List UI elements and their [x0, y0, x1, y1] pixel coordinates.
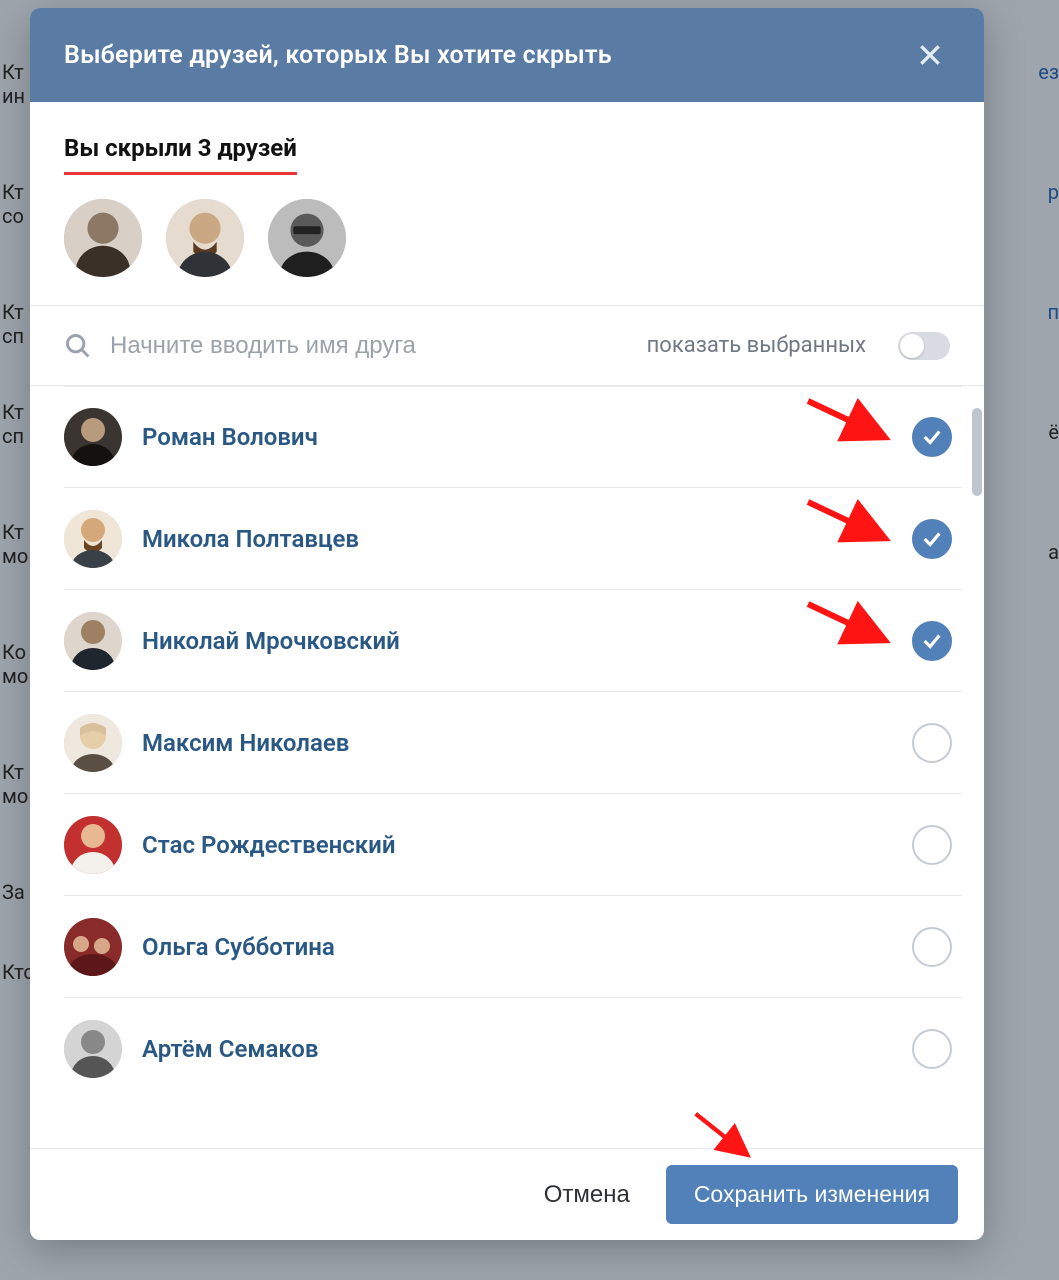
check-icon: [921, 528, 943, 550]
modal-footer: Отмена Сохранить изменения: [30, 1148, 984, 1240]
avatar: [64, 408, 122, 466]
hide-friends-modal: Выберите друзей, которых Вы хотите скрыт…: [30, 8, 984, 1240]
friend-name: Ольга Субботина: [142, 933, 892, 961]
avatar[interactable]: [64, 199, 142, 277]
avatar: [64, 714, 122, 772]
friend-checkbox[interactable]: [912, 519, 952, 559]
modal-header: Выберите друзей, которых Вы хотите скрыт…: [30, 8, 984, 102]
avatar: [64, 918, 122, 976]
friend-checkbox[interactable]: [912, 825, 952, 865]
search-icon: [64, 332, 92, 360]
friend-name: Максим Николаев: [142, 729, 892, 757]
friends-list: Роман Волович Микола Полтавцев: [30, 386, 984, 1148]
avatar[interactable]: [268, 199, 346, 277]
scrollbar-thumb[interactable]: [972, 408, 982, 496]
friend-row[interactable]: Микола Полтавцев: [64, 488, 962, 590]
search-bar: показать выбранных: [30, 306, 984, 386]
show-selected-label: показать выбранных: [647, 333, 866, 358]
friend-checkbox[interactable]: [912, 417, 952, 457]
modal-title: Выберите друзей, которых Вы хотите скрыт…: [64, 41, 612, 70]
avatar: [64, 510, 122, 568]
friend-row[interactable]: Стас Рождественский: [64, 794, 962, 896]
friend-row[interactable]: Максим Николаев: [64, 692, 962, 794]
friend-name: Микола Полтавцев: [142, 525, 892, 553]
friend-row[interactable]: Роман Волович: [64, 386, 962, 488]
hidden-friends-summary: Вы скрыли 3 друзей: [30, 102, 984, 306]
friend-name: Артём Семаков: [142, 1035, 892, 1063]
friend-name: Николай Мрочковский: [142, 627, 892, 655]
friend-row[interactable]: Артём Семаков: [64, 998, 962, 1100]
avatar: [64, 1020, 122, 1078]
save-button[interactable]: Сохранить изменения: [666, 1165, 958, 1224]
check-icon: [921, 630, 943, 652]
search-input[interactable]: [110, 306, 629, 385]
friend-name: Стас Рождественский: [142, 831, 892, 859]
friend-checkbox[interactable]: [912, 723, 952, 763]
avatar[interactable]: [166, 199, 244, 277]
cancel-button[interactable]: Отмена: [536, 1171, 638, 1219]
background-text-right: ез р п ё а: [1035, 40, 1059, 1240]
friend-checkbox[interactable]: [912, 927, 952, 967]
friend-name: Роман Волович: [142, 423, 892, 451]
friend-checkbox[interactable]: [912, 621, 952, 661]
close-icon: [917, 42, 943, 68]
friend-row[interactable]: Ольга Субботина: [64, 896, 962, 998]
background-text-left: Кт ин Кт со Кт сп Кт сп Кт мо Ко мо Кт м…: [0, 40, 30, 1280]
show-selected-toggle[interactable]: [898, 332, 950, 360]
hidden-avatars: [64, 199, 950, 277]
friend-checkbox[interactable]: [912, 1029, 952, 1069]
avatar: [64, 612, 122, 670]
friend-row[interactable]: Николай Мрочковский: [64, 590, 962, 692]
check-icon: [921, 426, 943, 448]
hidden-count-label: Вы скрыли 3 друзей: [64, 134, 297, 175]
close-button[interactable]: [910, 35, 950, 75]
avatar: [64, 816, 122, 874]
